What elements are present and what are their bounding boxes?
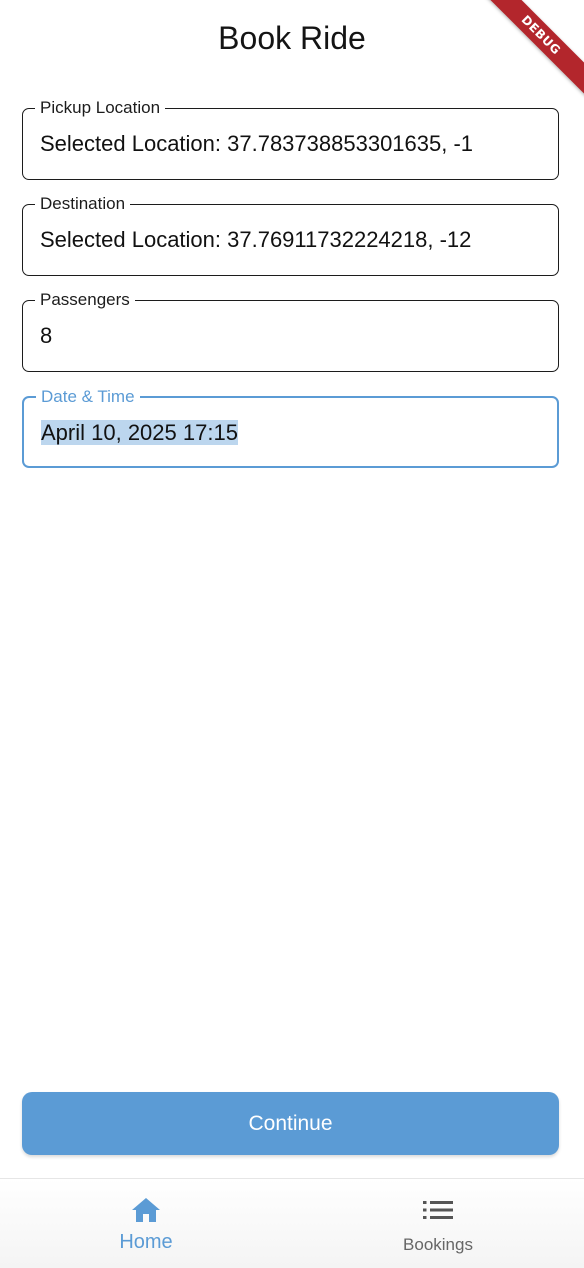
continue-button[interactable]: Continue: [22, 1092, 559, 1155]
bottom-navigation: Home Bookings: [0, 1178, 584, 1268]
passengers-field[interactable]: Passengers 8: [22, 290, 559, 372]
pickup-location-field[interactable]: Pickup Location Selected Location: 37.78…: [22, 98, 559, 180]
page-title: Book Ride: [218, 20, 366, 56]
date-time-selected-text: April 10, 2025 17:15: [41, 420, 238, 445]
passengers-label: Passengers: [35, 290, 135, 310]
date-time-field[interactable]: Date & Time April 10, 2025 17:15: [22, 387, 559, 468]
pickup-location-value[interactable]: Selected Location: 37.783738853301635, -…: [40, 129, 546, 159]
date-time-value[interactable]: April 10, 2025 17:15: [41, 418, 545, 448]
nav-label-home: Home: [119, 1231, 173, 1253]
destination-label: Destination: [35, 194, 131, 214]
home-icon: [130, 1195, 162, 1225]
pickup-location-label: Pickup Location: [35, 98, 166, 118]
date-time-label: Date & Time: [36, 387, 140, 407]
list-icon: [422, 1195, 454, 1225]
passengers-value[interactable]: 8: [40, 321, 546, 351]
destination-value[interactable]: Selected Location: 37.76911732224218, -1…: [40, 225, 546, 255]
nav-item-home[interactable]: Home: [0, 1179, 292, 1268]
book-ride-screen: Book Ride DEBUG Pickup Location Selected…: [0, 0, 584, 1268]
nav-item-bookings[interactable]: Bookings: [292, 1179, 584, 1268]
nav-label-bookings: Bookings: [403, 1235, 473, 1254]
destination-field[interactable]: Destination Selected Location: 37.769117…: [22, 194, 559, 276]
